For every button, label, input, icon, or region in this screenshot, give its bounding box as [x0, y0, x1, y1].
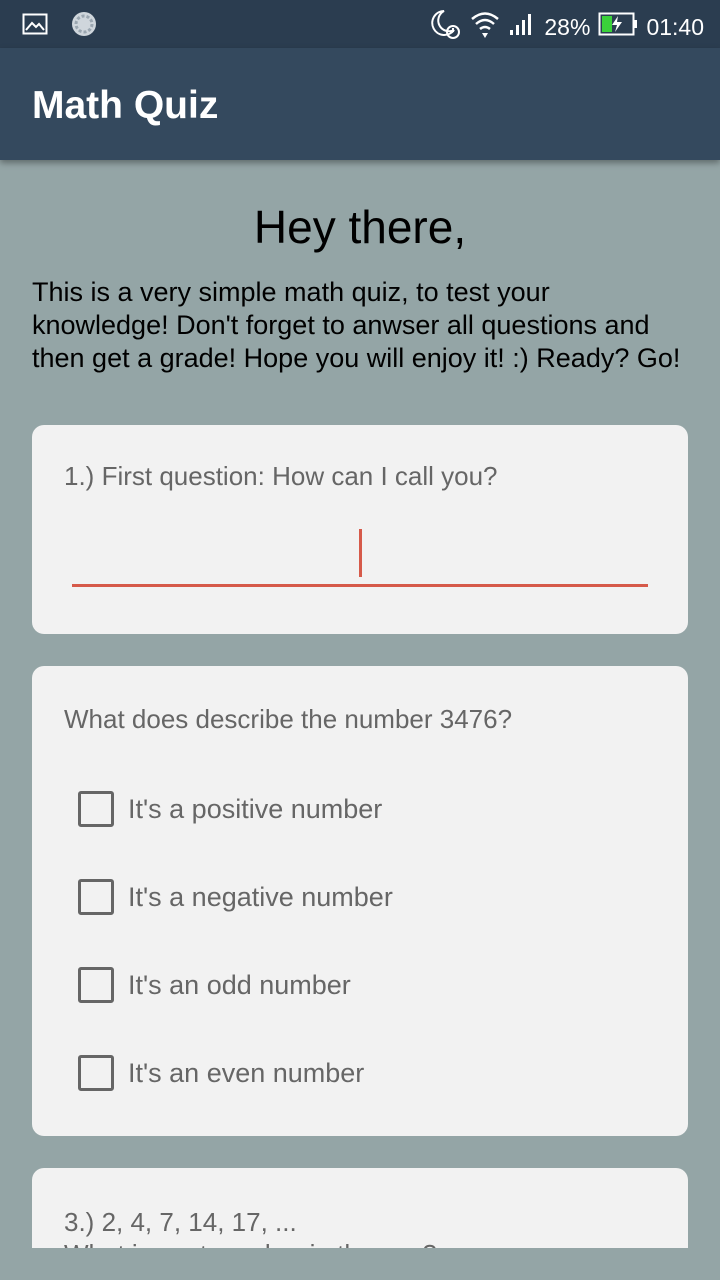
wifi-icon — [470, 10, 500, 44]
quiz-scroll-area[interactable]: Hey there, This is a very simple math qu… — [0, 160, 720, 1248]
checkbox-positive[interactable] — [78, 791, 114, 827]
option-even[interactable]: It's an even number — [78, 1053, 364, 1093]
option-even-label: It's an even number — [128, 1057, 365, 1088]
battery-charging-icon — [598, 12, 638, 42]
sync-notification-icon — [70, 10, 98, 43]
image-notification-icon — [22, 13, 48, 40]
checkbox-even[interactable] — [78, 1055, 114, 1091]
question-card-sequence: 3.) 2, 4, 7, 14, 17, ... What is next nu… — [32, 1168, 688, 1248]
question-3-text: 3.) 2, 4, 7, 14, 17, ... What is next nu… — [64, 1206, 437, 1248]
option-negative-label: It's a negative number — [128, 881, 393, 912]
status-bar: 28% 01:40 — [0, 0, 720, 48]
app-title: Math Quiz — [32, 84, 219, 127]
question-3-line1: 3.) 2, 4, 7, 14, 17, ... — [64, 1207, 297, 1237]
greeting-heading: Hey there, — [253, 201, 467, 253]
battery-percent: 28% — [544, 13, 591, 40]
question-1-text: 1.) First question: How can I call you? — [64, 461, 498, 491]
option-odd-label: It's an odd number — [128, 969, 351, 1000]
clock-time: 01:40 — [646, 13, 704, 40]
app-bar: Math Quiz — [0, 48, 720, 160]
question-3-line2: What is next number in the row? — [64, 1238, 437, 1248]
text-cursor — [359, 529, 362, 577]
question-2-text: What does describe the number 3476? — [64, 704, 513, 734]
question-card-name: 1.) First question: How can I call you? — [32, 425, 688, 634]
option-positive[interactable]: It's a positive number — [78, 789, 382, 829]
intro-text: This is a very simple math quiz, to test… — [32, 277, 681, 373]
bottom-bar — [0, 1248, 720, 1280]
checkbox-negative[interactable] — [78, 879, 114, 915]
option-negative[interactable]: It's a negative number — [78, 877, 393, 917]
question-card-3476: What does describe the number 3476? It's… — [32, 666, 688, 1136]
do-not-disturb-icon — [428, 8, 462, 46]
option-odd[interactable]: It's an odd number — [78, 965, 351, 1005]
option-positive-label: It's a positive number — [128, 793, 383, 824]
checkbox-odd[interactable] — [78, 967, 114, 1003]
signal-icon — [508, 12, 536, 42]
